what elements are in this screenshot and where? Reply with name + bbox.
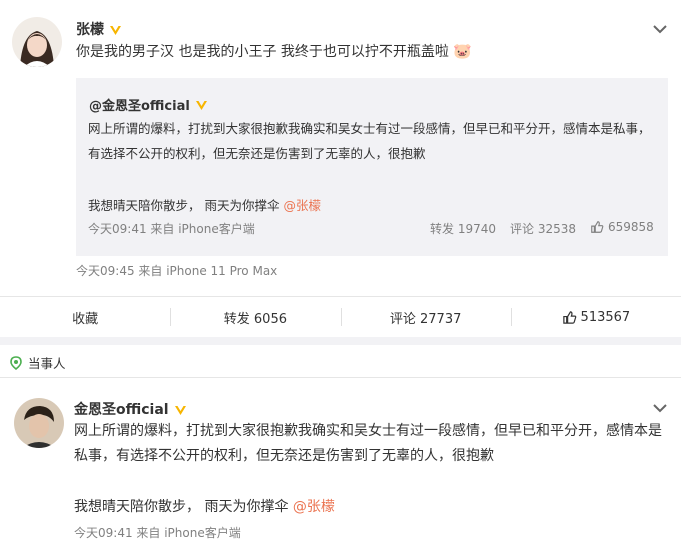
action-bar: 收藏 转发 6056 评论 27737 513567 bbox=[0, 296, 681, 338]
author-name[interactable]: 张檬 bbox=[76, 19, 123, 39]
reposted-meta: 今天09:41 来自 iPhone客户端 bbox=[88, 222, 255, 236]
chevron-down-icon[interactable] bbox=[652, 21, 668, 37]
mention-link[interactable]: @张檬 bbox=[283, 198, 321, 213]
thumbs-up-icon bbox=[562, 310, 576, 324]
verified-icon bbox=[194, 97, 209, 112]
reposted-like[interactable]: 659858 bbox=[590, 220, 654, 234]
reposted-repost-count[interactable]: 转发 19740 bbox=[430, 220, 496, 237]
comment-button[interactable]: 评论 27737 bbox=[340, 297, 511, 337]
verified-icon bbox=[108, 22, 123, 37]
repost-button[interactable]: 转发 6056 bbox=[170, 297, 340, 337]
post-meta: 今天09:41 来自 iPhone客户端 bbox=[74, 526, 241, 540]
avatar-zhangmeng[interactable] bbox=[12, 17, 62, 67]
thumbs-up-icon bbox=[591, 221, 604, 233]
favorite-button[interactable]: 收藏 bbox=[0, 297, 170, 337]
chevron-down-icon[interactable] bbox=[652, 400, 668, 416]
divider bbox=[0, 377, 681, 378]
verified-icon bbox=[173, 402, 188, 417]
reposted-card[interactable]: @金恩圣official 网上所谓的爆料，打扰到大家很抱歉我确实和吴女士有过一段… bbox=[76, 78, 668, 256]
reposted-text-line2: 我想晴天陪你散步， 雨天为你撑伞 @张檬 bbox=[88, 198, 321, 213]
section-separator bbox=[0, 337, 681, 345]
reposted-text: 网上所谓的爆料，打扰到大家很抱歉我确实和吴女士有过一段感情，但早已和平分开，感情… bbox=[88, 121, 651, 161]
author-name[interactable]: 金恩圣official bbox=[74, 399, 188, 419]
avatar-jineunsung[interactable] bbox=[14, 398, 64, 448]
reposted-comment-count[interactable]: 评论 32538 bbox=[510, 220, 576, 237]
party-tag: 当事人 bbox=[10, 353, 66, 372]
post-meta: 今天09:45 来自 iPhone 11 Pro Max bbox=[76, 264, 278, 278]
post-text-line2: 我想晴天陪你散步， 雨天为你撑伞 @张檬 bbox=[74, 499, 335, 515]
post-text: 网上所谓的爆料，打扰到大家很抱歉我确实和吴女士有过一段感情，但早已和平分开，感情… bbox=[74, 423, 662, 464]
location-pin-icon bbox=[10, 355, 22, 370]
reposted-author[interactable]: @金恩圣official bbox=[89, 95, 209, 114]
like-button[interactable]: 513567 bbox=[510, 297, 681, 337]
post-text: 你是我的男子汉 也是我的小王子 我终于也可以拧不开瓶盖啦 🐷 bbox=[76, 42, 473, 60]
mention-link[interactable]: @张檬 bbox=[293, 499, 335, 515]
pig-emoji: 🐷 bbox=[453, 42, 473, 60]
